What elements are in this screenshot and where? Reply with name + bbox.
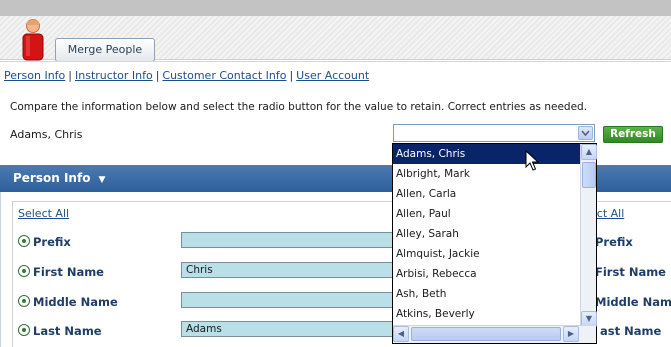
- dropdown-option[interactable]: Allen, Paul: [393, 204, 580, 224]
- merge-person-select[interactable]: [393, 124, 595, 142]
- field-label-prefix-right: Prefix: [595, 235, 633, 249]
- field-label-last-name: Last Name: [33, 324, 102, 338]
- dropdown-option[interactable]: Ash, Beth: [393, 284, 580, 304]
- field-label-prefix: Prefix: [33, 235, 71, 249]
- chevron-down-icon[interactable]: ▼: [98, 175, 105, 185]
- dropdown-option[interactable]: Almquist, Jackie: [393, 244, 580, 264]
- field-label-first-name: First Name: [33, 265, 104, 279]
- field-label-middle-name-right: Middle Name: [595, 295, 671, 309]
- nav-separator: |: [68, 69, 72, 82]
- header-band: Merge People: [0, 16, 671, 62]
- refresh-button[interactable]: Refresh: [603, 126, 663, 143]
- scrollbar-thumb-horizontal[interactable]: [411, 327, 561, 341]
- radio-middle-name-left[interactable]: [18, 295, 30, 307]
- nav-links: Person Info | Instructor Info | Customer Con…: [4, 69, 369, 82]
- radio-last-name-left[interactable]: [18, 324, 30, 336]
- current-person-name: Adams, Chris: [10, 128, 83, 141]
- horizontal-scrollbar[interactable]: ◀ ▶: [393, 325, 596, 343]
- dropdown-option[interactable]: Albright, Mark: [393, 164, 580, 184]
- middle-name-field[interactable]: [181, 292, 396, 308]
- nav-separator: |: [289, 69, 294, 82]
- chevron-down-icon[interactable]: [578, 126, 593, 140]
- vertical-scrollbar[interactable]: ▲ ▼: [580, 144, 597, 327]
- first-name-field[interactable]: Chris: [181, 262, 396, 278]
- last-name-field[interactable]: Adams: [181, 321, 396, 337]
- section-title: Person Info: [13, 171, 91, 185]
- field-label-middle-name: Middle Name: [33, 295, 118, 309]
- dropdown-option[interactable]: Adams, Chris: [393, 144, 580, 164]
- nav-link-customer-contact-info[interactable]: Customer Contact Info: [162, 69, 286, 82]
- tab-merge-people[interactable]: Merge People: [55, 38, 155, 62]
- nav-link-instructor-info[interactable]: Instructor Info: [75, 69, 153, 82]
- header-divider: [0, 61, 671, 62]
- dropdown-option[interactable]: Allen, Carla: [393, 184, 580, 204]
- radio-prefix-left[interactable]: [18, 235, 30, 247]
- scroll-left-icon[interactable]: ◀: [393, 326, 409, 342]
- nav-separator: |: [155, 69, 160, 82]
- person-dropdown-list[interactable]: Adams, Chris Albright, Mark Allen, Carla…: [392, 143, 597, 344]
- field-label-last-name-right: ast Name: [600, 324, 662, 338]
- select-all-left-link[interactable]: Select All: [18, 207, 69, 220]
- scroll-up-icon[interactable]: ▲: [581, 144, 597, 160]
- field-label-first-name-right: First Name: [595, 265, 666, 279]
- nav-link-person-info[interactable]: Person Info: [4, 69, 65, 82]
- dropdown-option[interactable]: Alley, Sarah: [393, 224, 580, 244]
- mouse-pointer-icon: [525, 150, 539, 171]
- person-icon: [22, 19, 44, 61]
- window-top-bar: [0, 0, 671, 16]
- scroll-right-icon[interactable]: ▶: [563, 326, 579, 342]
- scrollbar-thumb[interactable]: [582, 162, 596, 188]
- dropdown-option[interactable]: Arbisi, Rebecca: [393, 264, 580, 284]
- prefix-field[interactable]: [181, 232, 396, 248]
- instruction-text: Compare the information below and select…: [10, 101, 588, 113]
- radio-first-name-left[interactable]: [18, 265, 30, 277]
- nav-link-user-account[interactable]: User Account: [296, 69, 369, 82]
- dropdown-options: Adams, Chris Albright, Mark Allen, Carla…: [393, 144, 580, 325]
- dropdown-option[interactable]: Atkins, Beverly: [393, 304, 580, 324]
